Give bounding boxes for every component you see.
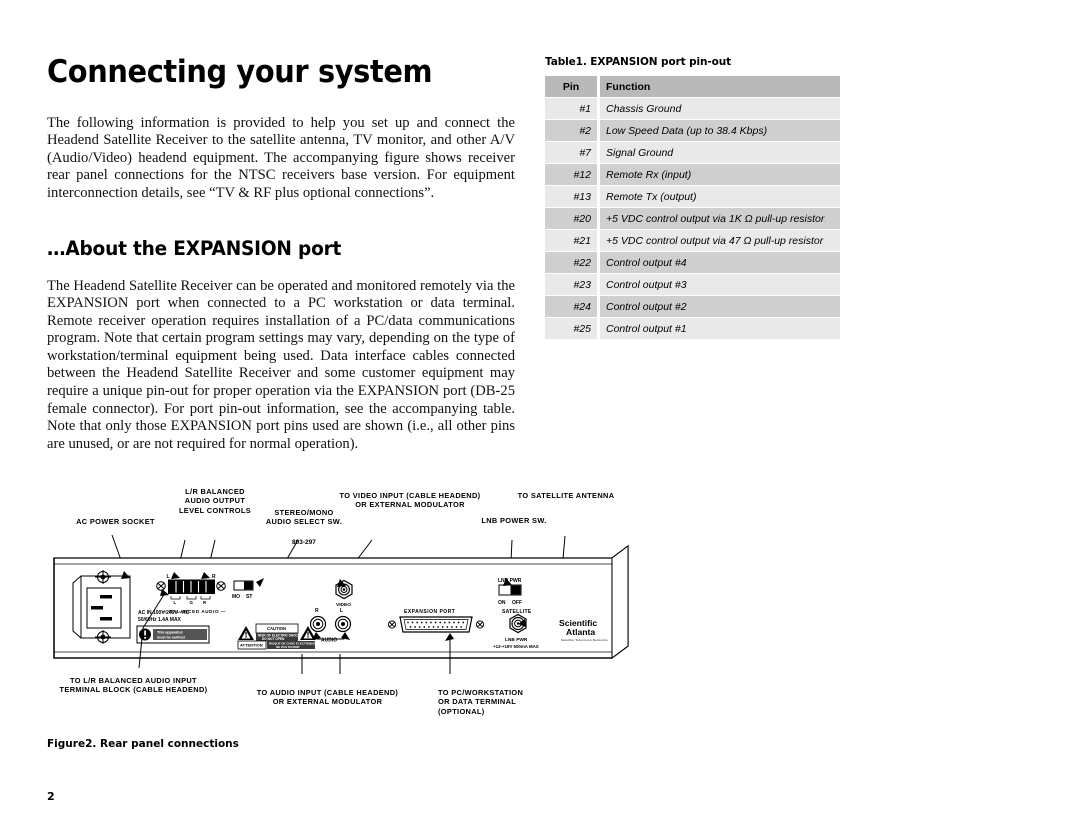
table-row: #23 Control output #3 — [545, 273, 840, 296]
table-cell-function: Control output #2 — [598, 295, 840, 318]
table-cell-pin: #12 — [545, 163, 600, 186]
page-title: Connecting your system — [47, 54, 433, 90]
table-cell-pin: #1 — [545, 97, 600, 120]
table-row: #21 +5 VDC control output via 47 Ω pull-u… — [545, 229, 840, 252]
table-caption: Table1. EXPANSION port pin-out — [545, 56, 732, 68]
table-cell-function: Remote Rx (input) — [598, 163, 840, 186]
table-row: #24 Control output #2 — [545, 295, 840, 318]
table-cell-function: Control output #1 — [598, 317, 840, 340]
lnb-off-label: OFF — [512, 600, 522, 606]
table-cell-pin: #7 — [545, 141, 600, 164]
lnb-on-label: ON — [498, 600, 506, 606]
table-cell-function: Control output #3 — [598, 273, 840, 296]
table-row: #12 Remote Rx (input) — [545, 163, 840, 186]
rca-label-L: L — [340, 608, 343, 614]
terminal-label-L: L — [167, 574, 170, 580]
table-cell-function: Control output #4 — [598, 251, 840, 274]
terminal-group-L: L — [174, 600, 177, 605]
terminal-label-R: R — [212, 574, 216, 580]
rear-panel-drawing: AC IN 100V-240V ~AC 50/60Hz 1.4A MAX Thi… — [53, 534, 629, 674]
pinout-table-container: Table1. EXPANSION port pin-out Pin Funct… — [545, 56, 845, 340]
switch-label-stereo: ST — [246, 594, 252, 600]
table-row: #1 Chassis Ground — [545, 97, 840, 120]
caution-body-l2: DO NOT OPEN — [262, 637, 285, 641]
table-row: #13 Remote Tx (output) — [545, 185, 840, 208]
audio-group-label: AUDIO — [321, 638, 337, 644]
table-row: #22 Control output #4 — [545, 251, 840, 274]
table-cell-function: Low Speed Data (up to 38.4 Kbps) — [598, 119, 840, 142]
terminal-group-G: G — [190, 600, 194, 605]
balanced-audio-label: — BALANCED AUDIO — — [162, 609, 226, 614]
table-cell-pin: #21 — [545, 229, 600, 252]
table-row: #25 Control output #1 — [545, 317, 840, 340]
lnb-rating-label: +13-+19V 500mA MAX — [493, 644, 539, 649]
brand-line2: Atlanta — [566, 627, 595, 637]
pinout-table-body: #1 Chassis Ground #2 Low Speed Data (up to … — [545, 97, 840, 340]
attention-body-l2: NE PAS OUVRIR — [276, 645, 300, 649]
caution-title: CAUTION — [267, 626, 286, 631]
table-cell-function: Signal Ground — [598, 141, 840, 164]
table-header-pin: Pin — [545, 76, 600, 98]
pinout-table: Pin Function #1 Chassis Ground #2 Low Speed… — [545, 76, 840, 340]
earth-notice-l1: This apparatus — [157, 631, 183, 635]
table-cell-function: Remote Tx (output) — [598, 185, 840, 208]
table-cell-pin: #22 — [545, 251, 600, 274]
table-cell-pin: #13 — [545, 185, 600, 208]
intro-paragraph: The following information is provided to… — [47, 114, 515, 201]
rca-label-R: R — [315, 608, 319, 614]
expansion-port-label: EXPANSION PORT — [404, 609, 455, 615]
drawing-number: 803-297 — [292, 539, 316, 546]
table-row: #7 Signal Ground — [545, 141, 840, 164]
video-label: VIDEO — [336, 602, 351, 608]
section-heading: …About the EXPANSION port — [47, 236, 342, 260]
table-cell-function: +5 VDC control output via 1K Ω pull-up r… — [598, 207, 840, 230]
table-cell-function: Chassis Ground — [598, 97, 840, 120]
earth-notice-l2: must be earthed — [157, 635, 185, 639]
table-cell-pin: #20 — [545, 207, 600, 230]
table-header-row: Pin Function — [545, 76, 840, 98]
table-cell-pin: #24 — [545, 295, 600, 318]
figure-caption: Figure2. Rear panel connections — [47, 738, 239, 750]
satellite-label: SATELLITE — [502, 609, 532, 615]
rear-panel-figure: AC POWER SOCKET L/R BALANCED AUDIO OUTPU… — [40, 478, 680, 738]
attention-label: ATTENTION — [240, 643, 263, 648]
table-header-function: Function — [598, 76, 840, 98]
table-cell-function: +5 VDC control output via 47 Ω pull-up r… — [598, 229, 840, 252]
table-row: #2 Low Speed Data (up to 38.4 Kbps) — [545, 119, 840, 142]
switch-label-mono: MO — [232, 594, 240, 600]
table-row: #20 +5 VDC control output via 1K Ω pull-u… — [545, 207, 840, 230]
page-number: 2 — [47, 790, 55, 803]
table-cell-pin: #25 — [545, 317, 600, 340]
earth-notice-label: This apparatus must be earthed — [136, 625, 210, 644]
table-cell-pin: #23 — [545, 273, 600, 296]
ac-rating-line2: 50/60Hz 1.4A MAX — [138, 617, 182, 623]
article-text-column: Connecting your system The following inf… — [47, 56, 515, 453]
lnb-pwr-jack-label: LNB PWR — [505, 637, 528, 643]
section-paragraph: The Headend Satellite Receiver can be op… — [47, 277, 515, 452]
table-cell-pin: #2 — [545, 119, 600, 142]
brand-tagline: Satellite Television Networks — [561, 638, 608, 642]
